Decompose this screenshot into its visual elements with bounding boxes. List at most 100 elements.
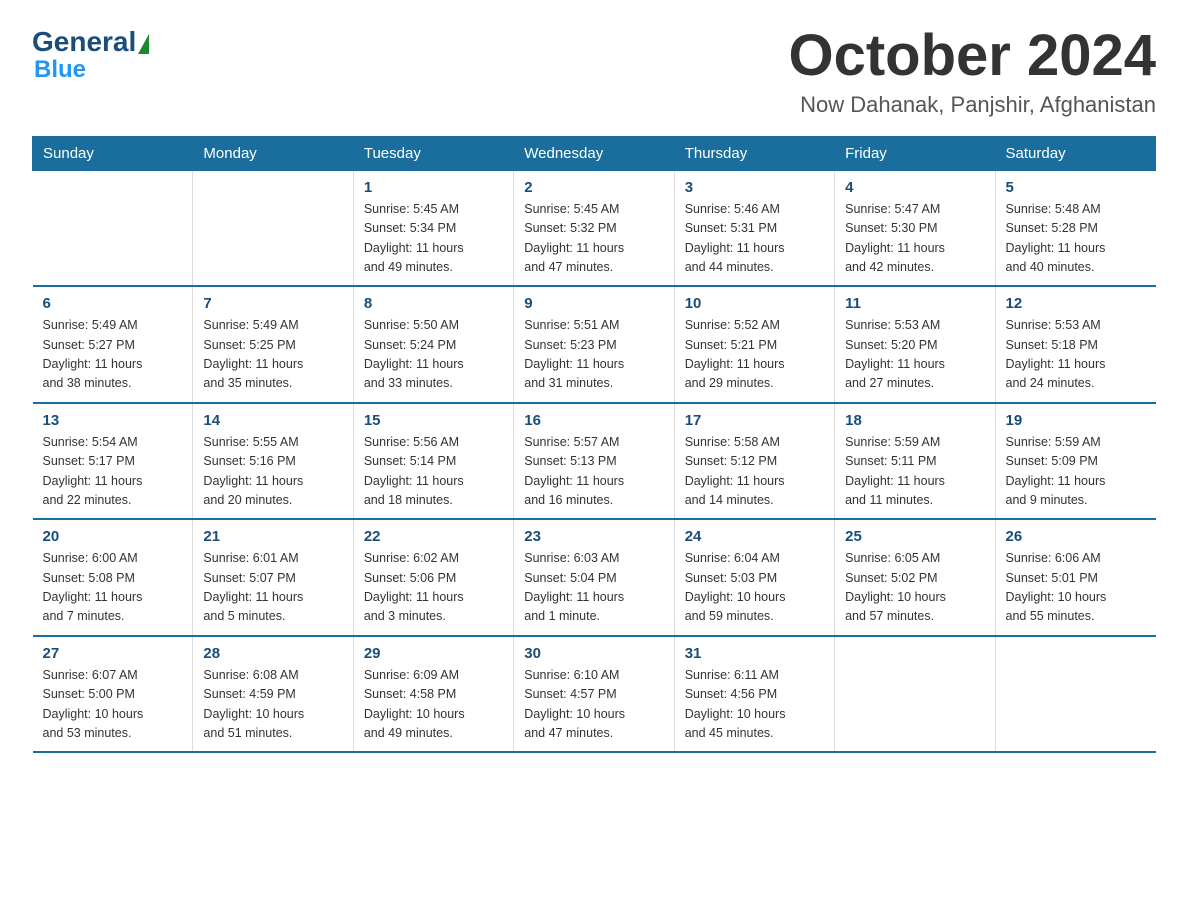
- day-number: 11: [845, 295, 984, 312]
- calendar-cell: 22 Sunrise: 6:02 AMSunset: 5:06 PMDayligh…: [353, 519, 513, 636]
- calendar-week-4: 20 Sunrise: 6:00 AMSunset: 5:08 PMDayligh…: [33, 519, 1156, 636]
- day-number: 17: [685, 412, 824, 429]
- calendar-week-2: 6 Sunrise: 5:49 AMSunset: 5:27 PMDaylight…: [33, 286, 1156, 403]
- calendar-cell: 25 Sunrise: 6:05 AMSunset: 5:02 PMDayligh…: [835, 519, 995, 636]
- col-sunday: Sunday: [33, 136, 193, 170]
- day-info: Sunrise: 6:11 AMSunset: 4:56 PMDaylight:…: [685, 666, 824, 744]
- calendar-cell: 26 Sunrise: 6:06 AMSunset: 5:01 PMDayligh…: [995, 519, 1155, 636]
- calendar-cell: 19 Sunrise: 5:59 AMSunset: 5:09 PMDayligh…: [995, 403, 1155, 520]
- day-number: 25: [845, 528, 984, 545]
- calendar-week-5: 27 Sunrise: 6:07 AMSunset: 5:00 PMDayligh…: [33, 636, 1156, 753]
- calendar-cell: 15Sunrise: 5:56 AMSunset: 5:14 PMDayligh…: [353, 403, 513, 520]
- calendar-body: 1Sunrise: 5:45 AMSunset: 5:34 PMDaylight…: [33, 170, 1156, 752]
- day-info: Sunrise: 6:10 AMSunset: 4:57 PMDaylight:…: [524, 666, 663, 744]
- col-monday: Monday: [193, 136, 353, 170]
- calendar-week-3: 13Sunrise: 5:54 AMSunset: 5:17 PMDayligh…: [33, 403, 1156, 520]
- calendar-table: Sunday Monday Tuesday Wednesday Thursday…: [32, 136, 1156, 754]
- calendar-cell: [193, 170, 353, 286]
- calendar-cell: 12 Sunrise: 5:53 AMSunset: 5:18 PMDayligh…: [995, 286, 1155, 403]
- title-block: October 2024 Now Dahanak, Panjshir, Afgh…: [788, 24, 1156, 118]
- calendar-cell: 11 Sunrise: 5:53 AMSunset: 5:20 PMDayligh…: [835, 286, 995, 403]
- day-number: 9: [524, 295, 663, 312]
- day-info: Sunrise: 6:09 AMSunset: 4:58 PMDaylight:…: [364, 666, 503, 744]
- day-info: Sunrise: 5:53 AMSunset: 5:18 PMDaylight:…: [1006, 316, 1146, 394]
- day-info: Sunrise: 6:00 AMSunset: 5:08 PMDaylight:…: [43, 549, 183, 627]
- logo-triangle-icon: [138, 34, 149, 54]
- calendar-cell: 18 Sunrise: 5:59 AMSunset: 5:11 PMDayligh…: [835, 403, 995, 520]
- calendar-cell: 16Sunrise: 5:57 AMSunset: 5:13 PMDayligh…: [514, 403, 674, 520]
- col-tuesday: Tuesday: [353, 136, 513, 170]
- day-number: 2: [524, 179, 663, 196]
- day-number: 7: [203, 295, 342, 312]
- calendar-cell: [835, 636, 995, 753]
- day-number: 4: [845, 179, 984, 196]
- col-saturday: Saturday: [995, 136, 1155, 170]
- day-number: 3: [685, 179, 824, 196]
- day-info: Sunrise: 5:59 AMSunset: 5:09 PMDaylight:…: [1006, 433, 1146, 511]
- day-info: Sunrise: 5:59 AMSunset: 5:11 PMDaylight:…: [845, 433, 984, 511]
- calendar-cell: 9 Sunrise: 5:51 AMSunset: 5:23 PMDaylight…: [514, 286, 674, 403]
- calendar-cell: 21Sunrise: 6:01 AMSunset: 5:07 PMDayligh…: [193, 519, 353, 636]
- day-info: Sunrise: 5:58 AMSunset: 5:12 PMDaylight:…: [685, 433, 824, 511]
- day-info: Sunrise: 5:49 AMSunset: 5:27 PMDaylight:…: [43, 316, 183, 394]
- calendar-cell: 17 Sunrise: 5:58 AMSunset: 5:12 PMDayligh…: [674, 403, 834, 520]
- day-number: 27: [43, 645, 183, 662]
- day-number: 14: [203, 412, 342, 429]
- location-subtitle: Now Dahanak, Panjshir, Afghanistan: [788, 92, 1156, 118]
- day-info: Sunrise: 5:47 AMSunset: 5:30 PMDaylight:…: [845, 200, 984, 278]
- day-number: 24: [685, 528, 824, 545]
- logo-general-label: General: [32, 28, 136, 56]
- calendar-cell: [995, 636, 1155, 753]
- day-number: 6: [43, 295, 183, 312]
- day-info: Sunrise: 6:02 AMSunset: 5:06 PMDaylight:…: [364, 549, 503, 627]
- day-info: Sunrise: 6:04 AMSunset: 5:03 PMDaylight:…: [685, 549, 824, 627]
- calendar-cell: 27 Sunrise: 6:07 AMSunset: 5:00 PMDayligh…: [33, 636, 193, 753]
- day-info: Sunrise: 5:53 AMSunset: 5:20 PMDaylight:…: [845, 316, 984, 394]
- day-info: Sunrise: 5:50 AMSunset: 5:24 PMDaylight:…: [364, 316, 503, 394]
- day-number: 23: [524, 528, 663, 545]
- day-info: Sunrise: 6:07 AMSunset: 5:00 PMDaylight:…: [43, 666, 183, 744]
- header-row: Sunday Monday Tuesday Wednesday Thursday…: [33, 136, 1156, 170]
- logo: General Blue: [32, 28, 149, 84]
- calendar-cell: [33, 170, 193, 286]
- day-info: Sunrise: 6:03 AMSunset: 5:04 PMDaylight:…: [524, 549, 663, 627]
- month-title: October 2024: [788, 24, 1156, 88]
- calendar-cell: 29 Sunrise: 6:09 AMSunset: 4:58 PMDayligh…: [353, 636, 513, 753]
- day-number: 12: [1006, 295, 1146, 312]
- page-header: General Blue October 2024 Now Dahanak, P…: [32, 24, 1156, 118]
- day-info: Sunrise: 5:45 AMSunset: 5:32 PMDaylight:…: [524, 200, 663, 278]
- col-friday: Friday: [835, 136, 995, 170]
- day-info: Sunrise: 5:52 AMSunset: 5:21 PMDaylight:…: [685, 316, 824, 394]
- calendar-cell: 20 Sunrise: 6:00 AMSunset: 5:08 PMDayligh…: [33, 519, 193, 636]
- calendar-week-1: 1Sunrise: 5:45 AMSunset: 5:34 PMDaylight…: [33, 170, 1156, 286]
- day-info: Sunrise: 6:01 AMSunset: 5:07 PMDaylight:…: [203, 549, 342, 627]
- day-info: Sunrise: 5:54 AMSunset: 5:17 PMDaylight:…: [43, 433, 183, 511]
- logo-general-text: General: [32, 28, 149, 56]
- day-number: 22: [364, 528, 503, 545]
- calendar-cell: 10 Sunrise: 5:52 AMSunset: 5:21 PMDayligh…: [674, 286, 834, 403]
- day-info: Sunrise: 6:05 AMSunset: 5:02 PMDaylight:…: [845, 549, 984, 627]
- day-number: 30: [524, 645, 663, 662]
- calendar-cell: 31Sunrise: 6:11 AMSunset: 4:56 PMDayligh…: [674, 636, 834, 753]
- day-number: 26: [1006, 528, 1146, 545]
- calendar-cell: 6 Sunrise: 5:49 AMSunset: 5:27 PMDaylight…: [33, 286, 193, 403]
- logo-blue-text: Blue: [34, 56, 86, 84]
- day-number: 10: [685, 295, 824, 312]
- day-number: 29: [364, 645, 503, 662]
- calendar-cell: 2 Sunrise: 5:45 AMSunset: 5:32 PMDaylight…: [514, 170, 674, 286]
- day-info: Sunrise: 5:56 AMSunset: 5:14 PMDaylight:…: [364, 433, 503, 511]
- day-number: 16: [524, 412, 663, 429]
- calendar-cell: 7Sunrise: 5:49 AMSunset: 5:25 PMDaylight…: [193, 286, 353, 403]
- day-number: 18: [845, 412, 984, 429]
- day-number: 1: [364, 179, 503, 196]
- day-info: Sunrise: 6:08 AMSunset: 4:59 PMDaylight:…: [203, 666, 342, 744]
- day-number: 19: [1006, 412, 1146, 429]
- day-info: Sunrise: 5:55 AMSunset: 5:16 PMDaylight:…: [203, 433, 342, 511]
- day-number: 20: [43, 528, 183, 545]
- calendar-cell: 24 Sunrise: 6:04 AMSunset: 5:03 PMDayligh…: [674, 519, 834, 636]
- calendar-cell: 1Sunrise: 5:45 AMSunset: 5:34 PMDaylight…: [353, 170, 513, 286]
- calendar-cell: 14 Sunrise: 5:55 AMSunset: 5:16 PMDayligh…: [193, 403, 353, 520]
- calendar-cell: 23 Sunrise: 6:03 AMSunset: 5:04 PMDayligh…: [514, 519, 674, 636]
- day-info: Sunrise: 5:51 AMSunset: 5:23 PMDaylight:…: [524, 316, 663, 394]
- day-info: Sunrise: 6:06 AMSunset: 5:01 PMDaylight:…: [1006, 549, 1146, 627]
